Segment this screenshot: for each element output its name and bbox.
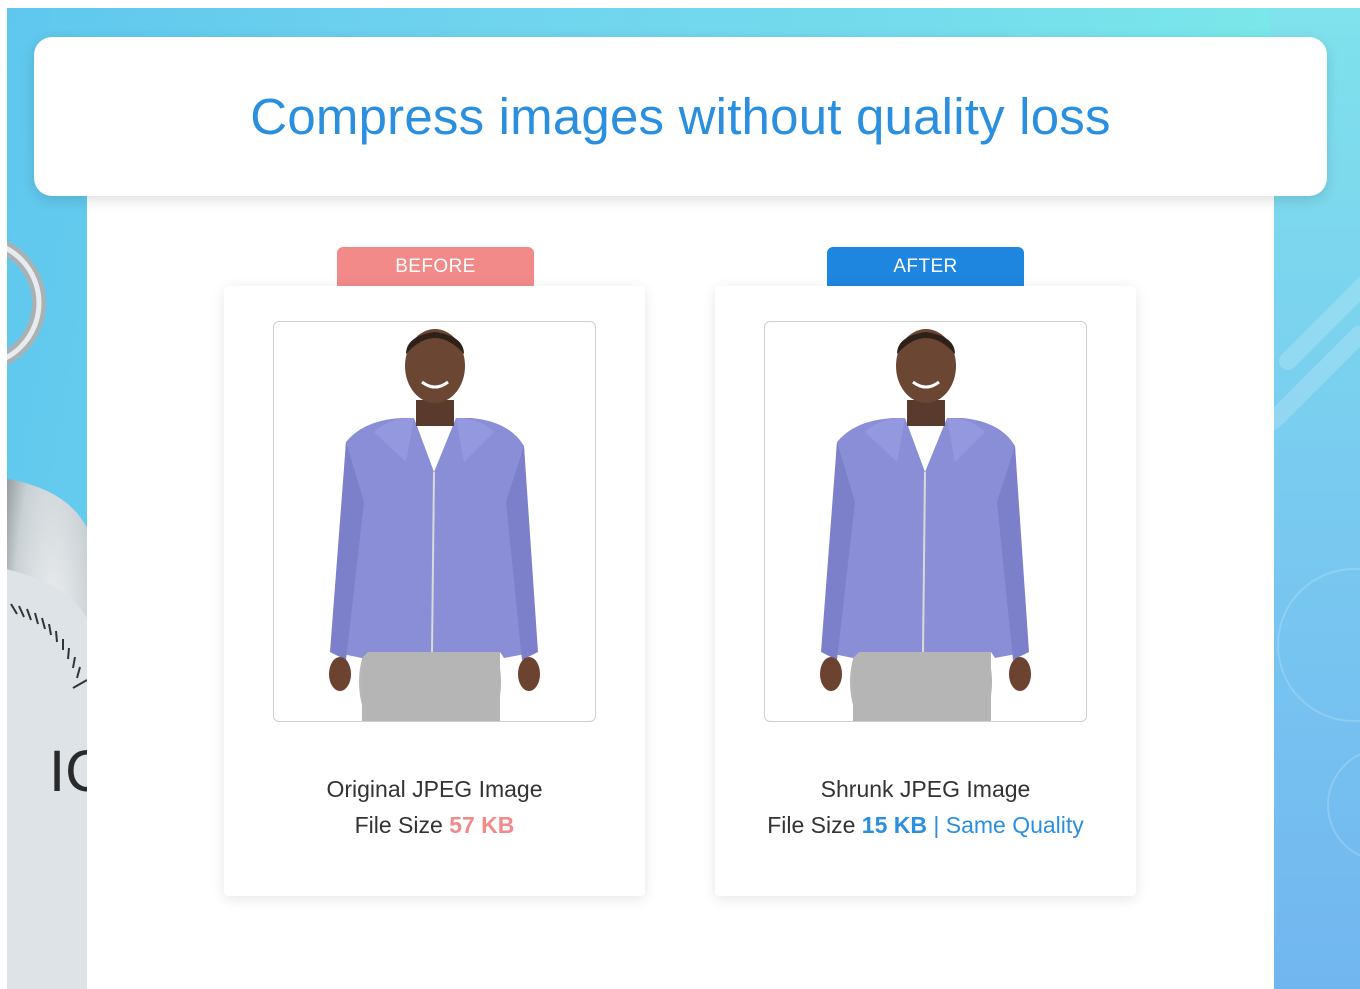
before-caption: Original JPEG Image [326, 776, 543, 802]
before-size-value: 57 KB [449, 812, 515, 838]
before-size-label: File Size [354, 812, 450, 838]
after-tag: AFTER [827, 247, 1024, 286]
after-size-value: 15 KB [861, 812, 927, 838]
after-image-frame [764, 321, 1087, 722]
page-title: Compress images without quality loss [250, 88, 1111, 145]
before-image [329, 329, 540, 721]
after-card: Shrunk JPEG Image File Size 15 KB | Same… [715, 286, 1136, 896]
before-file-size: File Size 57 KB [224, 812, 645, 839]
before-tag: BEFORE [337, 247, 534, 286]
after-file-size: File Size 15 KB | Same Quality [715, 812, 1136, 839]
after-quality-note: | Same Quality [926, 812, 1084, 838]
before-image-frame [273, 321, 596, 722]
after-size-label: File Size [767, 812, 862, 838]
after-caption: Shrunk JPEG Image [820, 776, 1031, 802]
after-image [820, 329, 1031, 721]
header-card: Compress images without quality loss [34, 37, 1327, 196]
before-card: Original JPEG Image File Size 57 KB [224, 286, 645, 896]
